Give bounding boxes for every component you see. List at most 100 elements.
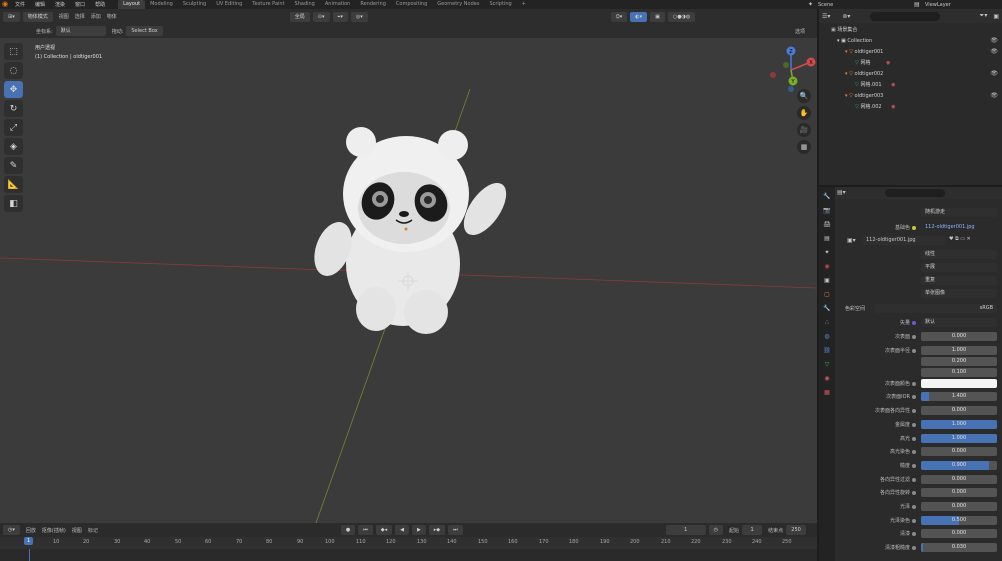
outliner-scene-collection[interactable]: ▣ 场景集合 [831,25,857,35]
outliner-object-2[interactable]: ▾ ▽ oldtiger002 [845,69,883,79]
socket-dot[interactable] [912,321,916,325]
interpolation-dropdown[interactable]: 线性 [921,250,997,259]
mode-dropdown[interactable]: 物体模式 [22,11,53,22]
socket-dot[interactable] [912,335,916,339]
output-tab-icon[interactable]: 🖨 [822,220,832,229]
transform-tool-icon[interactable]: ◈ [4,138,23,155]
filter-icon[interactable]: ⏷▾ [980,12,988,20]
shading-modes-icon[interactable]: ○●◑◍ [667,11,696,22]
menu-file[interactable]: 文件 [10,1,30,8]
render-tab-icon[interactable]: 📷 [822,206,832,215]
tab-texture-paint[interactable]: Texture Paint [247,0,289,9]
timeline-editor-icon[interactable]: ◷▾ [3,525,20,535]
tab-uv-editing[interactable]: UV Editing [211,0,247,9]
tab-shading[interactable]: Shading [290,0,320,9]
preview-range-icon[interactable]: ◷ [708,525,724,535]
proportional-edit-icon[interactable]: ◎▾ [350,11,368,22]
outliner-collection[interactable]: ▾ ▣ Collection [837,36,872,46]
image-tool-icons[interactable]: ♥ ⧉ ▭ ✕ [949,236,971,242]
snap-icon[interactable]: ⌖▾ [332,11,348,22]
base-color-link[interactable]: 112-oldtiger001.jpg [921,223,997,232]
property-value-field[interactable]: 0.900 [921,460,997,470]
outliner-search-input[interactable] [870,11,941,21]
tab-geometry-nodes[interactable]: Geometry Nodes [432,0,484,9]
image-name-field[interactable]: 112-oldtiger001.jpg [863,236,945,245]
property-value-field[interactable]: 1.000 [921,345,997,355]
menu-add[interactable]: 添加 [91,13,101,20]
tab-scripting[interactable]: Scripting [484,0,516,9]
play-icon[interactable]: ▶ [411,525,426,535]
scale-tool-icon[interactable]: ⤢ [4,119,23,136]
measure-tool-icon[interactable]: 📐 [4,176,23,193]
texture-tab-icon[interactable]: ▦ [822,388,832,397]
physics-tab-icon[interactable]: ◍ [822,332,832,341]
property-value-field[interactable]: 0.500 [921,515,997,525]
property-value-field[interactable]: 0.030 [921,543,997,553]
overlays-icon[interactable]: ◐▾ [630,11,648,22]
socket-dot[interactable] [912,409,916,414]
property-value-field[interactable] [921,378,997,388]
menu-window[interactable]: 窗口 [70,1,90,8]
transform-orientation-dropdown[interactable]: 全局 [289,11,310,22]
socket-dot[interactable] [912,226,916,230]
drag-dropdown[interactable]: Select Box [126,26,163,36]
jump-start-icon[interactable]: ⏮ [358,525,373,535]
menu-render[interactable]: 渲染 [50,1,70,8]
jump-end-icon[interactable]: ⏭ [448,525,463,535]
socket-dot[interactable] [912,477,916,482]
end-frame-field[interactable]: 250 [786,525,807,535]
camera-view-icon[interactable]: 🎥 [797,123,811,137]
prev-key-icon[interactable]: ◆◂ [375,525,393,535]
menu-object[interactable]: 物体 [107,13,117,20]
outliner-mesh-2[interactable]: ▽ 网格.001 ◉ [855,80,896,90]
view-menu[interactable]: 视图 [72,527,82,534]
vector-dropdown[interactable]: 默认 [921,318,997,327]
outliner-mesh-3[interactable]: ▽ 网格.002 ◉ [855,102,896,112]
property-value-field[interactable]: 1.000 [921,433,997,443]
xray-icon[interactable]: ▣ [650,11,665,22]
annotate-tool-icon[interactable]: ✎ [4,157,23,174]
next-key-icon[interactable]: ▸◆ [428,525,446,535]
source-dropdown[interactable]: 单张图像 [921,289,997,298]
tab-animation[interactable]: Animation [320,0,356,9]
properties-editor-icon[interactable]: ▤▾ [837,189,846,196]
record-button[interactable]: ● [340,525,356,535]
visibility-eye-icon[interactable]: 👁 [990,37,998,44]
socket-dot[interactable] [912,491,916,496]
visibility-eye-icon[interactable]: 👁 [990,70,998,77]
tab-modeling[interactable]: Modeling [145,0,178,9]
scene-name[interactable]: Scene [818,2,833,8]
tool-tab-icon[interactable]: 🔧 [822,192,832,201]
collection-tab-icon[interactable]: ▣ [822,276,832,285]
tab-layout[interactable]: Layout [118,0,146,9]
timeline-ruler[interactable]: 1 10 20 30 40 50 60 70 80 90 100 110 120… [0,537,817,549]
select-tool-icon[interactable]: ⬚ [4,43,23,60]
property-value-field[interactable]: 0.000 [921,488,997,498]
property-value-field[interactable]: 0.000 [921,502,997,511]
outliner-editor-icon[interactable]: ☰▾ [822,13,830,20]
property-value-field[interactable]: 0.000 [921,474,997,484]
socket-dot[interactable] [912,450,916,455]
modifier-tab-icon[interactable]: 🔧 [822,304,832,313]
view-layer-name[interactable]: ViewLayer [925,2,951,8]
3d-viewport[interactable]: ⊞▾ 物体模式 视图 选择 添加 物体 全局 ⊙▾ ⌖▾ ◎▾ ⛭▾ ◐▾ ▣ … [0,9,817,523]
particles-tab-icon[interactable]: ∴ [822,318,832,327]
tab-sculpting[interactable]: Sculpting [178,0,211,9]
world-tab-icon[interactable]: ◉ [822,262,832,271]
display-mode-icon[interactable]: ⊛▾ [842,13,850,20]
socket-dot[interactable] [912,546,916,551]
navigation-gizmo[interactable]: Z X Y [766,45,816,95]
add-workspace-button[interactable]: + [517,0,531,9]
rotate-tool-icon[interactable]: ↻ [4,100,23,117]
socket-dot[interactable] [912,395,916,400]
color-space-dropdown[interactable]: sRGB [875,304,997,313]
outliner-object-3[interactable]: ▾ ▽ oldtiger003 [845,91,883,101]
editor-type-icon[interactable]: ⊞▾ [3,11,20,22]
current-frame-field[interactable]: 1 [665,525,706,535]
ortho-grid-icon[interactable]: ▦ [797,140,811,154]
playhead[interactable]: 1 [24,537,34,545]
socket-dot[interactable] [912,436,916,441]
start-frame-field[interactable]: 1 [742,525,763,535]
socket-dot[interactable] [912,422,916,427]
extension-dropdown[interactable]: 重复 [921,276,997,285]
